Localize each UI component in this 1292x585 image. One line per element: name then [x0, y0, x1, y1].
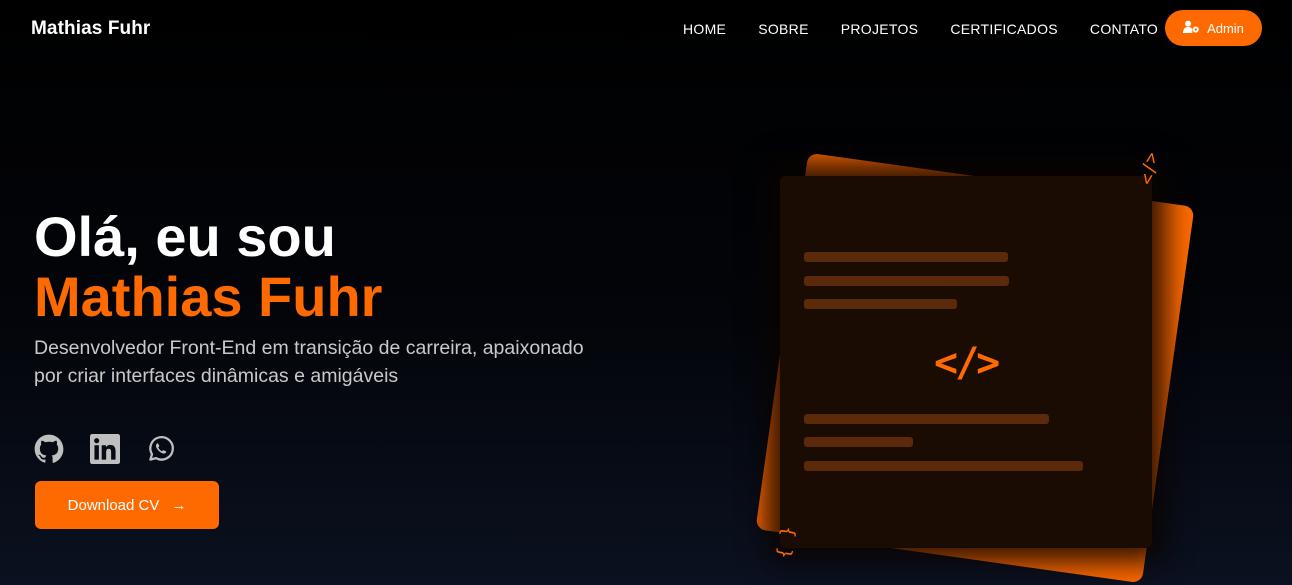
nav-contato[interactable]: CONTATO — [1090, 21, 1158, 37]
download-cv-label: Download CV — [67, 496, 160, 514]
whatsapp-icon[interactable] — [146, 434, 176, 464]
github-icon[interactable] — [34, 434, 64, 464]
brand-logo[interactable]: Mathias Fuhr — [31, 18, 150, 40]
nav-sobre[interactable]: SOBRE — [758, 21, 809, 37]
nav-home[interactable]: HOME — [683, 21, 726, 37]
code-line — [804, 437, 913, 447]
main-nav: HOME SOBRE PROJETOS CERTIFICADOS CONTATO — [683, 21, 1158, 37]
braces-deco-icon: { } — [773, 524, 800, 561]
arrow-right-icon: → — [171, 496, 187, 514]
code-line — [804, 299, 957, 309]
code-line — [804, 461, 1083, 471]
hero-description: Desenvolvedor Front-End em transição de … — [34, 337, 584, 387]
download-cv-button[interactable]: Download CV → — [35, 481, 219, 529]
nav-certificados[interactable]: CERTIFICADOS — [950, 21, 1058, 37]
admin-button[interactable]: Admin — [1165, 10, 1262, 46]
code-line — [804, 414, 1049, 424]
admin-label: Admin — [1207, 20, 1244, 36]
social-links — [34, 434, 176, 464]
page: Mathias Fuhr HOME SOBRE PROJETOS CERTIFI… — [0, 0, 1292, 585]
code-line — [804, 252, 1008, 262]
code-brackets-icon: </> — [934, 340, 1000, 386]
user-gear-icon — [1183, 20, 1200, 37]
code-line — [804, 276, 1009, 286]
hero-name: Mathias Fuhr — [34, 265, 383, 328]
nav-projetos[interactable]: PROJETOS — [841, 21, 919, 37]
hero-greeting: Olá, eu sou — [34, 205, 336, 268]
code-deco-icon: </> — [1136, 150, 1163, 187]
linkedin-icon[interactable] — [90, 434, 120, 464]
